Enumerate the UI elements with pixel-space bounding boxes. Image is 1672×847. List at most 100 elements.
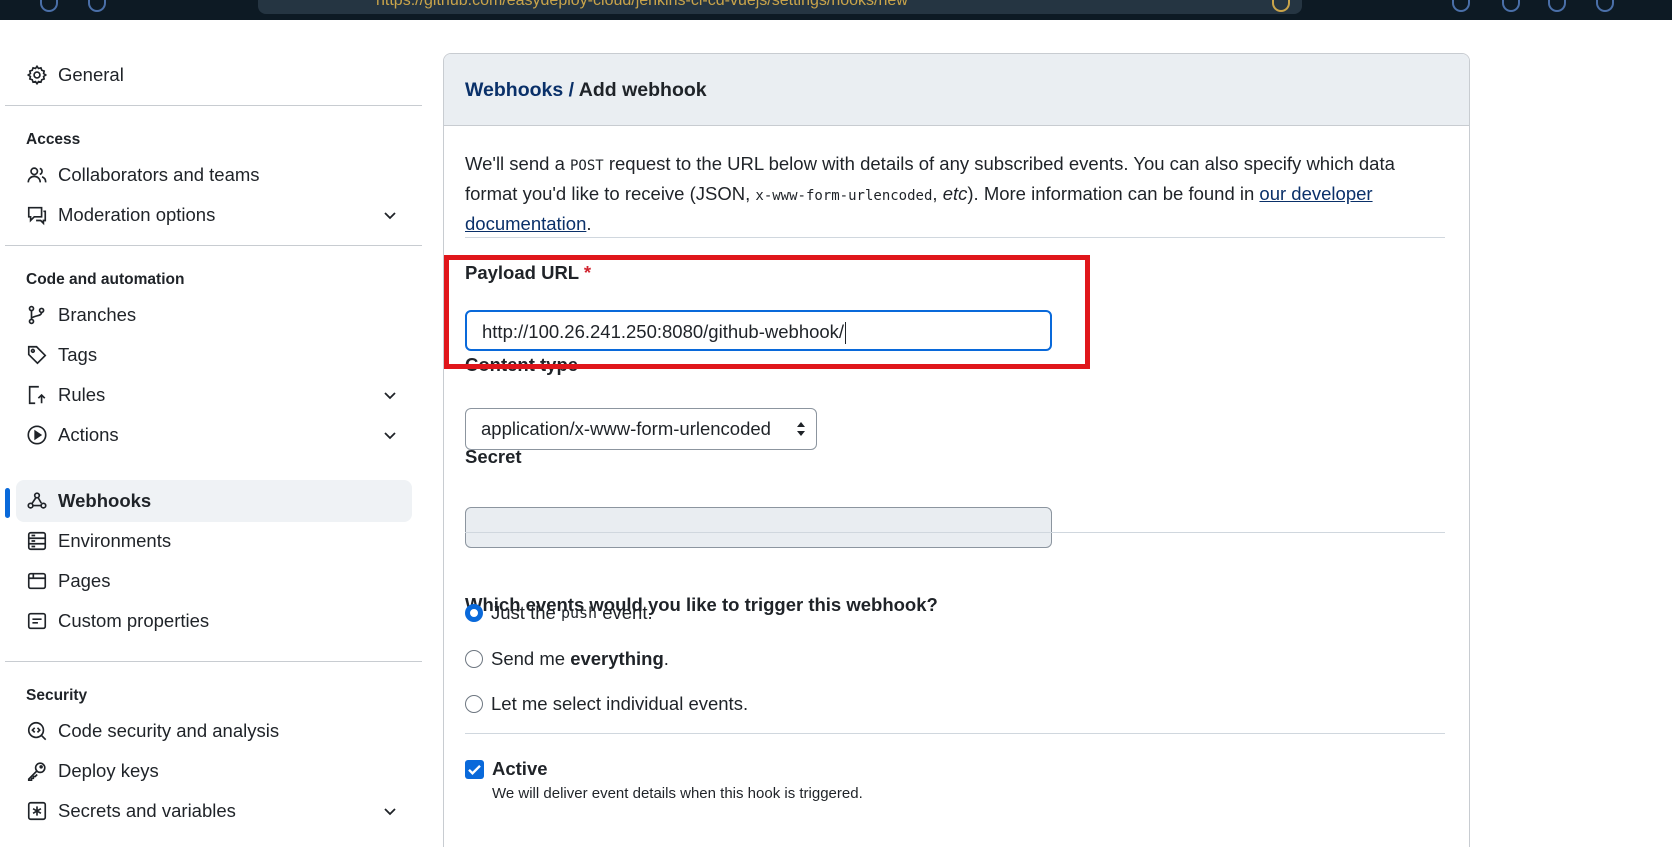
active-indicator: [5, 488, 10, 518]
select-arrows-icon: [797, 422, 805, 436]
secret-label: Secret: [465, 446, 522, 467]
webhook-icon: [27, 492, 47, 509]
sidebar-item-moderation[interactable]: Moderation options: [16, 194, 412, 236]
sidebar-item-deploy-keys[interactable]: Deploy keys: [16, 750, 412, 792]
intro-part: .: [586, 213, 592, 234]
codescan-icon: [27, 721, 47, 741]
intro-part: ). More information can be found in: [967, 183, 1260, 204]
option-text: Let me select individual events.: [491, 693, 749, 714]
section-divider: [465, 532, 1445, 533]
sidebar-item-label: Moderation options: [58, 204, 216, 225]
people-icon: [27, 167, 47, 183]
chevron-down-icon[interactable]: [382, 427, 398, 443]
sidebar-item-label: Custom properties: [58, 610, 210, 631]
server-icon: [27, 531, 47, 551]
option-text: .: [663, 648, 669, 669]
sidebar-item-custom-properties[interactable]: Custom properties: [16, 600, 412, 642]
play-circle-icon: [27, 425, 47, 445]
address-bar[interactable]: https://github.com/easydeploy-cloud/jenk…: [258, 0, 1302, 14]
sidebar-section-security: Security: [26, 687, 88, 704]
menu-icon[interactable]: [1596, 0, 1614, 12]
rules-icon: [28, 385, 46, 405]
sidebar-item-pages[interactable]: Pages: [16, 560, 412, 602]
intro-text: We'll send a POST request to the URL bel…: [465, 150, 1425, 238]
option-text: Send me: [491, 648, 571, 669]
address-bar-url: https://github.com/easydeploy-cloud/jenk…: [376, 0, 908, 9]
event-option-everything[interactable]: Send me everything.: [465, 648, 669, 670]
back-icon[interactable]: [40, 0, 58, 12]
content-type-value: application/x-www-form-urlencoded: [481, 418, 771, 439]
browser-window-icon: [27, 572, 47, 590]
extensions-icon[interactable]: [1452, 0, 1470, 12]
sidebar-item-label: Environments: [58, 530, 172, 551]
refresh-icon[interactable]: [88, 0, 106, 12]
sidebar-item-general[interactable]: General: [16, 54, 412, 96]
sidebar-item-label: Rules: [58, 384, 106, 405]
sidebar-item-label: Branches: [58, 304, 137, 325]
sidebar-section-code-automation: Code and automation: [26, 271, 185, 288]
active-checkbox[interactable]: [465, 759, 484, 779]
chevron-down-icon[interactable]: [382, 207, 398, 223]
breadcrumb-separator: /: [568, 79, 575, 101]
secret-input[interactable]: [465, 507, 1052, 548]
sidebar-item-code-security[interactable]: Code security and analysis: [16, 710, 412, 752]
gear-icon: [26, 64, 48, 86]
intro-code-post: POST: [570, 158, 604, 174]
active-label: Active: [492, 758, 548, 779]
comment-report-icon: [27, 206, 47, 226]
browser-toolbar: https://github.com/easydeploy-cloud/jenk…: [0, 0, 1672, 20]
key-icon: [27, 762, 46, 781]
checkmark-icon: [468, 764, 481, 775]
active-help-text: We will deliver event details when this …: [492, 785, 863, 802]
radio-button[interactable]: [465, 695, 483, 713]
sidebar-divider: [5, 661, 422, 662]
sidebar-item-webhooks[interactable]: Webhooks: [16, 480, 412, 522]
sidebar-item-rules[interactable]: Rules: [16, 374, 412, 416]
sidebar-divider: [5, 105, 422, 106]
settings-sidebar: General Access Collaborators and teams M…: [0, 20, 430, 847]
branch-icon: [28, 305, 45, 325]
breadcrumb: Webhooks / Add webhook: [465, 79, 707, 102]
add-webhook-panel: Webhooks / Add webhook We'll send a POST…: [443, 53, 1470, 847]
sidebar-item-branches[interactable]: Branches: [16, 294, 412, 336]
payload-url-highlight-box: [444, 255, 1090, 369]
radio-button-checked[interactable]: [465, 604, 483, 622]
intro-code-format: x-www-form-urlencoded: [755, 188, 933, 204]
chevron-down-icon[interactable]: [382, 387, 398, 403]
sidebar-item-label: Collaborators and teams: [58, 164, 260, 185]
chevron-down-icon[interactable]: [382, 803, 398, 819]
profile-icon[interactable]: [1548, 0, 1566, 12]
section-divider: [465, 733, 1445, 734]
sidebar-item-tags[interactable]: Tags: [16, 334, 412, 376]
breadcrumb-webhooks-link[interactable]: Webhooks: [465, 79, 563, 101]
sidebar-item-label: Tags: [58, 344, 98, 365]
sidebar-divider: [5, 245, 422, 246]
sidebar-item-label: Pages: [58, 570, 111, 591]
page-title: Add webhook: [578, 79, 707, 101]
sidebar-section-access: Access: [26, 131, 81, 148]
intro-etc: etc: [942, 183, 968, 204]
downloads-icon[interactable]: [1502, 0, 1520, 12]
sidebar-item-label: Secrets and variables: [58, 800, 236, 821]
event-option-individual[interactable]: Let me select individual events.: [465, 693, 748, 715]
sidebar-item-secrets[interactable]: Secrets and variables: [16, 790, 412, 832]
section-divider: [465, 237, 1445, 238]
option-text: event.: [597, 602, 653, 623]
active-checkbox-row[interactable]: Active: [465, 758, 548, 780]
event-option-push[interactable]: Just the push event.: [465, 602, 653, 624]
tag-icon: [27, 345, 47, 365]
intro-part: We'll send a: [465, 153, 570, 174]
sidebar-item-label: Code security and analysis: [58, 720, 280, 741]
sidebar-item-collaborators[interactable]: Collaborators and teams: [16, 154, 412, 196]
sidebar-item-label: General: [58, 64, 124, 85]
sidebar-item-label: Deploy keys: [58, 760, 159, 781]
content-type-select[interactable]: application/x-www-form-urlencoded: [465, 408, 817, 450]
panel-header: Webhooks / Add webhook: [444, 54, 1469, 126]
sidebar-item-actions[interactable]: Actions: [16, 414, 412, 456]
radio-button[interactable]: [465, 650, 483, 668]
sidebar-item-environments[interactable]: Environments: [16, 520, 412, 562]
option-text: Just the: [491, 602, 561, 623]
sidebar-item-label: Actions: [58, 424, 119, 445]
intro-part: ,: [932, 183, 943, 204]
note-icon: [27, 612, 47, 630]
